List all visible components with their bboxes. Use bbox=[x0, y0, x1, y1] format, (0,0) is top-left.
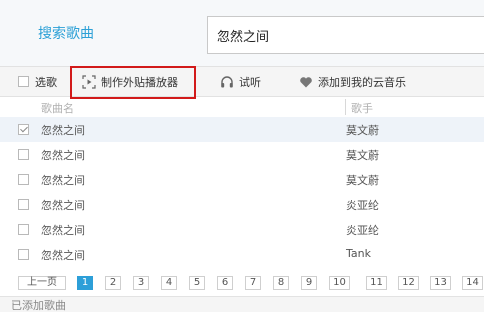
row-checkbox[interactable] bbox=[18, 199, 29, 210]
song-artist: 莫文蔚 bbox=[346, 149, 379, 162]
song-artist: 莫文蔚 bbox=[346, 124, 379, 137]
page-button-4[interactable]: 4 bbox=[161, 276, 177, 290]
page-button-1[interactable]: 1 bbox=[77, 276, 93, 290]
song-title: 忽然之间 bbox=[41, 224, 85, 237]
song-artist: 炎亚纶 bbox=[346, 224, 379, 237]
page-button-5[interactable]: 5 bbox=[189, 276, 205, 290]
page-button-11[interactable]: 11 bbox=[366, 276, 387, 290]
song-title: 忽然之间 bbox=[41, 199, 85, 212]
song-row[interactable]: 忽然之间 炎亚纶 bbox=[0, 192, 484, 217]
page-button-10[interactable]: 10 bbox=[329, 276, 350, 290]
column-divider bbox=[345, 99, 346, 115]
row-checkbox[interactable] bbox=[18, 124, 29, 135]
song-title: 忽然之间 bbox=[41, 124, 85, 137]
page-button-13[interactable]: 13 bbox=[430, 276, 451, 290]
select-all-toggle[interactable]: 选歌 bbox=[18, 67, 57, 96]
prev-page-button[interactable]: 上一页 bbox=[18, 276, 66, 290]
add-to-cloud-label: 添加到我的云音乐 bbox=[318, 75, 406, 89]
page-button-2[interactable]: 2 bbox=[105, 276, 121, 290]
page-button-6[interactable]: 6 bbox=[217, 276, 233, 290]
song-title: 忽然之间 bbox=[41, 174, 85, 187]
page-button-9[interactable]: 9 bbox=[301, 276, 317, 290]
select-all-checkbox[interactable] bbox=[18, 76, 29, 87]
row-checkbox[interactable] bbox=[18, 174, 29, 185]
song-artist: Tank bbox=[346, 247, 371, 260]
song-row[interactable]: 忽然之间 Tank bbox=[0, 242, 484, 267]
column-headers: 歌曲名 歌手 bbox=[0, 97, 484, 117]
song-row[interactable]: 忽然之间 炎亚纶 bbox=[0, 217, 484, 242]
song-title: 忽然之间 bbox=[41, 249, 85, 262]
added-songs-label: 已添加歌曲 bbox=[11, 299, 66, 312]
toolbar: 选歌 制作外贴播放器 试听 添加到我的云音乐 bbox=[0, 66, 484, 97]
row-checkbox[interactable] bbox=[18, 149, 29, 160]
song-row[interactable]: 忽然之间 莫文蔚 bbox=[0, 167, 484, 192]
title-column-header: 歌曲名 bbox=[41, 102, 74, 115]
make-player-button[interactable]: 制作外贴播放器 bbox=[82, 67, 178, 96]
headphones-icon bbox=[220, 75, 234, 89]
page-button-8[interactable]: 8 bbox=[273, 276, 289, 290]
song-row[interactable]: 忽然之间 莫文蔚 bbox=[0, 117, 484, 142]
page-button-3[interactable]: 3 bbox=[133, 276, 149, 290]
search-input[interactable] bbox=[207, 16, 484, 54]
song-title: 忽然之间 bbox=[41, 149, 85, 162]
heart-icon bbox=[299, 75, 313, 89]
page-button-7[interactable]: 7 bbox=[245, 276, 261, 290]
listen-label: 试听 bbox=[239, 75, 261, 89]
added-songs-bar: 已添加歌曲 bbox=[0, 296, 484, 312]
player-frame-icon bbox=[82, 74, 96, 89]
artist-column-header: 歌手 bbox=[351, 102, 373, 115]
listen-button[interactable]: 试听 bbox=[220, 67, 261, 96]
page-button-14[interactable]: 14 bbox=[462, 276, 483, 290]
song-artist: 莫文蔚 bbox=[346, 174, 379, 187]
search-label: 搜索歌曲 bbox=[38, 26, 94, 42]
row-checkbox[interactable] bbox=[18, 249, 29, 260]
page-button-12[interactable]: 12 bbox=[398, 276, 419, 290]
song-row[interactable]: 忽然之间 莫文蔚 bbox=[0, 142, 484, 167]
make-player-label: 制作外贴播放器 bbox=[101, 75, 178, 89]
row-checkbox[interactable] bbox=[18, 224, 29, 235]
song-artist: 炎亚纶 bbox=[346, 199, 379, 212]
add-to-cloud-button[interactable]: 添加到我的云音乐 bbox=[299, 67, 406, 96]
pagination: 上一页 1 2 3 4 5 6 7 8 9 10 11 12 13 14 bbox=[0, 276, 484, 294]
select-label: 选歌 bbox=[35, 75, 57, 89]
search-area: 搜索歌曲 bbox=[0, 0, 484, 66]
